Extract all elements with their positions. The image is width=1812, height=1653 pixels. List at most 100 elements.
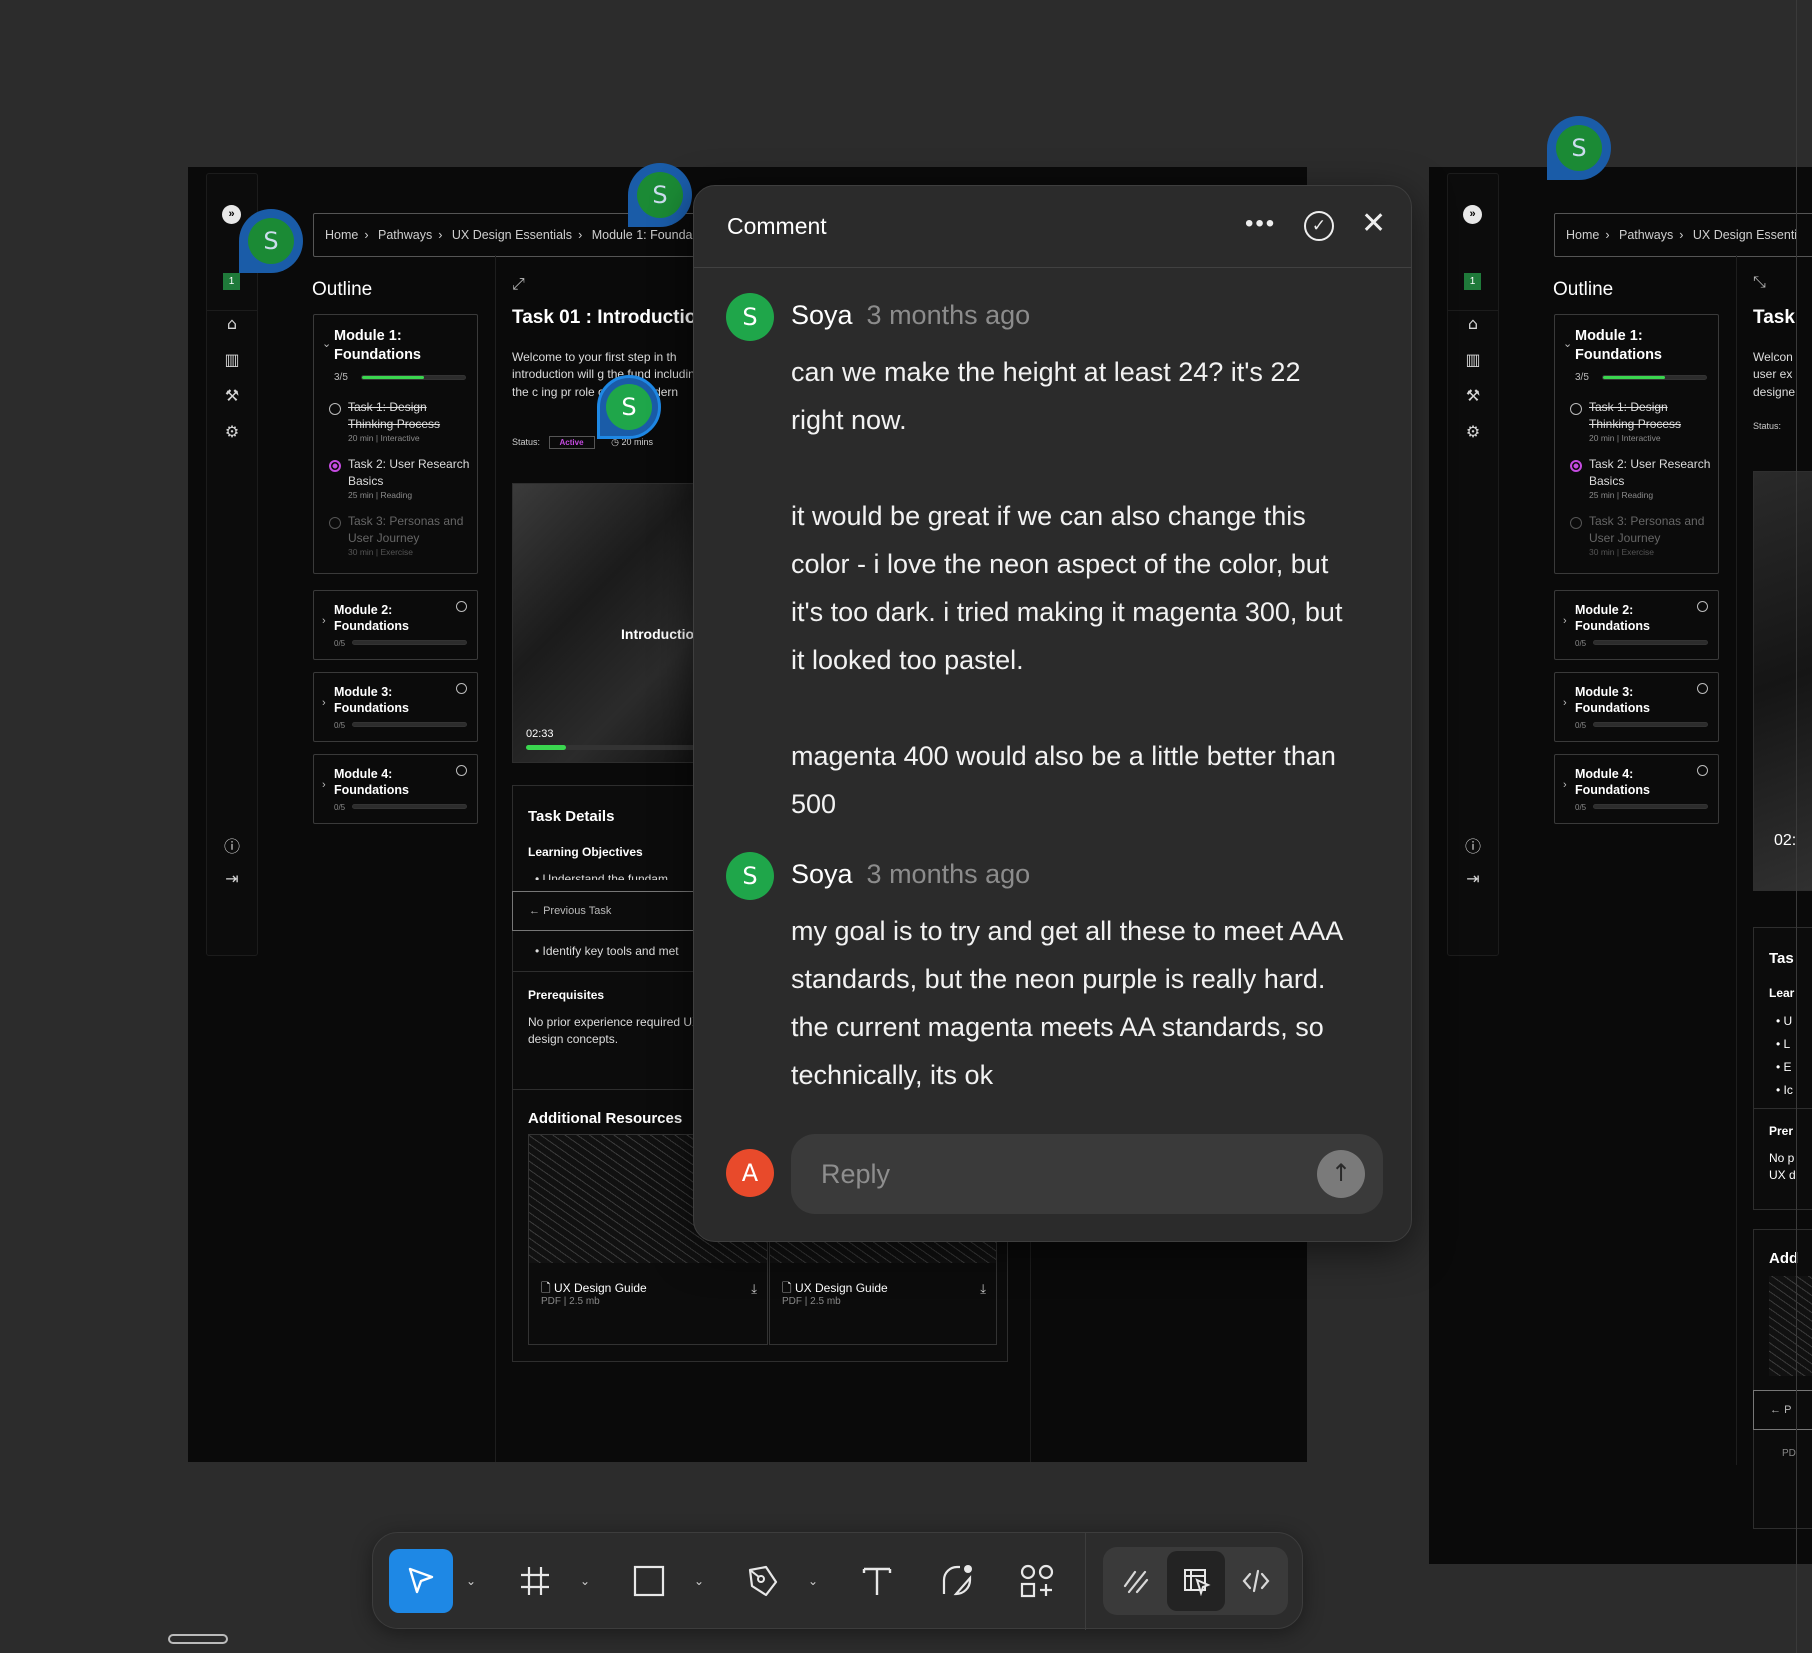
module-card-1[interactable]: ⌄ Module 1: Foundations 3/5 Task 1: Desi…	[313, 314, 478, 574]
comment-pin-avatar: S	[606, 384, 652, 430]
column-divider	[495, 255, 496, 1462]
breadcrumb-course[interactable]: UX Design Essenti	[1693, 228, 1797, 242]
pen-tool-dropdown[interactable]: ⌄	[803, 1549, 823, 1613]
module-card-4[interactable]: › Module 4: Foundations 0/5	[1554, 754, 1719, 824]
breadcrumb-home[interactable]: Home	[325, 228, 358, 242]
task-item-3[interactable]: Task 3: Personas and User Journey 30 min…	[348, 513, 473, 557]
download-icon[interactable]: ⤓	[980, 1281, 986, 1297]
chevron-right-icon[interactable]: ›	[1563, 615, 1567, 627]
lock-icon	[456, 683, 467, 694]
module-progress-bar	[1593, 804, 1708, 809]
move-tool-dropdown[interactable]: ⌄	[461, 1549, 481, 1613]
dev-mode-button[interactable]	[1227, 1551, 1285, 1611]
comment-pin-selected[interactable]: S	[597, 375, 661, 439]
text-tool-button[interactable]	[845, 1549, 909, 1613]
frame-tool-button[interactable]	[503, 1549, 567, 1613]
additional-resources-title: Add	[1769, 1250, 1799, 1267]
additional-resources-title: Additional Resources	[528, 1110, 683, 1127]
tools-icon[interactable]: ⚒	[207, 386, 257, 405]
logout-icon[interactable]: ⇥	[1448, 869, 1498, 888]
home-icon[interactable]: ⌂	[207, 314, 257, 333]
module-title: Module 3: Foundations	[334, 685, 409, 716]
breadcrumb-home[interactable]: Home	[1566, 228, 1599, 242]
module-card-3[interactable]: › Module 3: Foundations 0/5	[1554, 672, 1719, 742]
mode-switcher	[1103, 1547, 1288, 1615]
comment-tool-button[interactable]	[925, 1549, 989, 1613]
status-label: Status:	[512, 437, 541, 447]
design-frame-side[interactable]: » 1 ⌂ ▥ ⚒ ⚙ ⓘ ⇥ Home › Pathways › UX Desig…	[1429, 167, 1812, 1564]
comment-author-row: Soya 3 months ago	[791, 300, 1030, 331]
video-progress-bar[interactable]	[526, 745, 706, 750]
expand-rail-icon[interactable]: »	[1463, 205, 1482, 224]
info-icon[interactable]: ⓘ	[1448, 833, 1498, 857]
lock-icon	[1697, 765, 1708, 776]
module-card-2[interactable]: › Module 2: Foundations 0/5	[1554, 590, 1719, 660]
video-player[interactable]: Introductio 02:33	[512, 483, 712, 763]
task-item-2[interactable]: Task 2: User Research Basics 25 min | Re…	[348, 456, 473, 500]
task-item-3[interactable]: Task 3: Personas and User Journey 30 min…	[1589, 513, 1714, 557]
module-title: Module 3: Foundations	[1575, 685, 1650, 716]
shape-tool-button[interactable]	[617, 1549, 681, 1613]
comment-pin[interactable]: S	[1547, 116, 1611, 180]
task-item-2[interactable]: Task 2: User Research Basics 25 min | Re…	[1589, 456, 1714, 500]
previous-task-button[interactable]: ← Previous Task	[512, 891, 714, 931]
settings-icon[interactable]: ⚙	[207, 422, 257, 441]
frame-tool-dropdown[interactable]: ⌄	[575, 1549, 595, 1613]
send-arrow-icon[interactable]: ↑	[1317, 1150, 1365, 1198]
move-tool-button[interactable]	[389, 1549, 453, 1613]
tools-icon[interactable]: ⚒	[1448, 386, 1498, 405]
task-title: Task 1: Design Thinking Process	[1589, 400, 1682, 431]
lock-icon	[1697, 601, 1708, 612]
task-title: Task 2: User Research Basics	[1589, 457, 1711, 488]
prerequisites-text: No prior experience required UX design c…	[528, 1015, 701, 1046]
learning-objectives-title: Learning Objectives	[528, 845, 643, 859]
prerequisites-title: Prerequisites	[528, 988, 605, 1002]
chevron-down-icon[interactable]: ⌄	[322, 337, 331, 350]
settings-icon[interactable]: ⚙	[1448, 422, 1498, 441]
module-card-1[interactable]: ⌄ Module 1: Foundations 3/5 Task 1: Desi…	[1554, 314, 1719, 574]
pen-tool-button[interactable]	[731, 1549, 795, 1613]
expand-rail-icon[interactable]: »	[222, 205, 241, 224]
fullscreen-icon[interactable]: ⤢	[512, 274, 525, 294]
chevron-right-icon[interactable]: ›	[322, 615, 326, 627]
chevron-right-icon[interactable]: ›	[322, 779, 326, 791]
breadcrumb-course[interactable]: UX Design Essentials	[452, 228, 572, 242]
breadcrumb-pathways[interactable]: Pathways	[378, 228, 432, 242]
comment-author-row: Soya 3 months ago	[791, 859, 1030, 890]
shape-tool-dropdown[interactable]: ⌄	[689, 1549, 709, 1613]
module-card-3[interactable]: › Module 3: Foundations 0/5	[313, 672, 478, 742]
task-title: Task 3: Personas and User Journey	[348, 514, 464, 545]
comment-pin[interactable]: S	[628, 163, 692, 227]
chevron-right-icon[interactable]: ›	[1563, 697, 1567, 709]
module-card-4[interactable]: › Module 4: Foundations 0/5	[313, 754, 478, 824]
breadcrumb-module[interactable]: Module 1: Founda	[592, 228, 693, 242]
map-icon[interactable]: ▥	[207, 350, 257, 369]
task-details-title: Task Details	[528, 808, 615, 825]
info-icon[interactable]: ⓘ	[207, 833, 257, 857]
objective-item: • Ic	[1776, 1083, 1793, 1097]
chevron-down-icon[interactable]: ⌄	[1563, 337, 1572, 350]
divider	[513, 971, 713, 972]
reply-input[interactable]	[821, 1154, 1281, 1194]
logout-icon[interactable]: ⇥	[207, 869, 257, 888]
design-mode-button[interactable]	[1167, 1551, 1225, 1611]
actions-tool-button[interactable]	[1005, 1549, 1069, 1613]
module-card-2[interactable]: › Module 2: Foundations 0/5	[313, 590, 478, 660]
chevron-right-icon[interactable]: ›	[322, 697, 326, 709]
chevron-right-icon[interactable]: ›	[1563, 779, 1567, 791]
comment-pin[interactable]: S	[239, 209, 303, 273]
task-item-1[interactable]: Task 1: Design Thinking Process 20 min |…	[1589, 399, 1714, 443]
close-icon[interactable]: ✕	[1361, 206, 1386, 241]
task-item-1[interactable]: Task 1: Design Thinking Process 20 min |…	[348, 399, 473, 443]
objective-item: • L	[1776, 1037, 1791, 1051]
home-icon[interactable]: ⌂	[1448, 314, 1498, 333]
module-progress-bar	[1593, 722, 1708, 727]
scrollbar[interactable]	[1796, 0, 1812, 1653]
collapse-icon[interactable]: ⤡	[1753, 272, 1766, 292]
breadcrumb-pathways[interactable]: Pathways	[1619, 228, 1673, 242]
map-icon[interactable]: ▥	[1448, 350, 1498, 369]
draw-mode-button[interactable]	[1107, 1551, 1165, 1611]
download-icon[interactable]: ⤓	[751, 1281, 757, 1297]
resolve-check-icon[interactable]: ✓	[1304, 211, 1334, 241]
more-options-icon[interactable]: •••	[1245, 210, 1276, 238]
